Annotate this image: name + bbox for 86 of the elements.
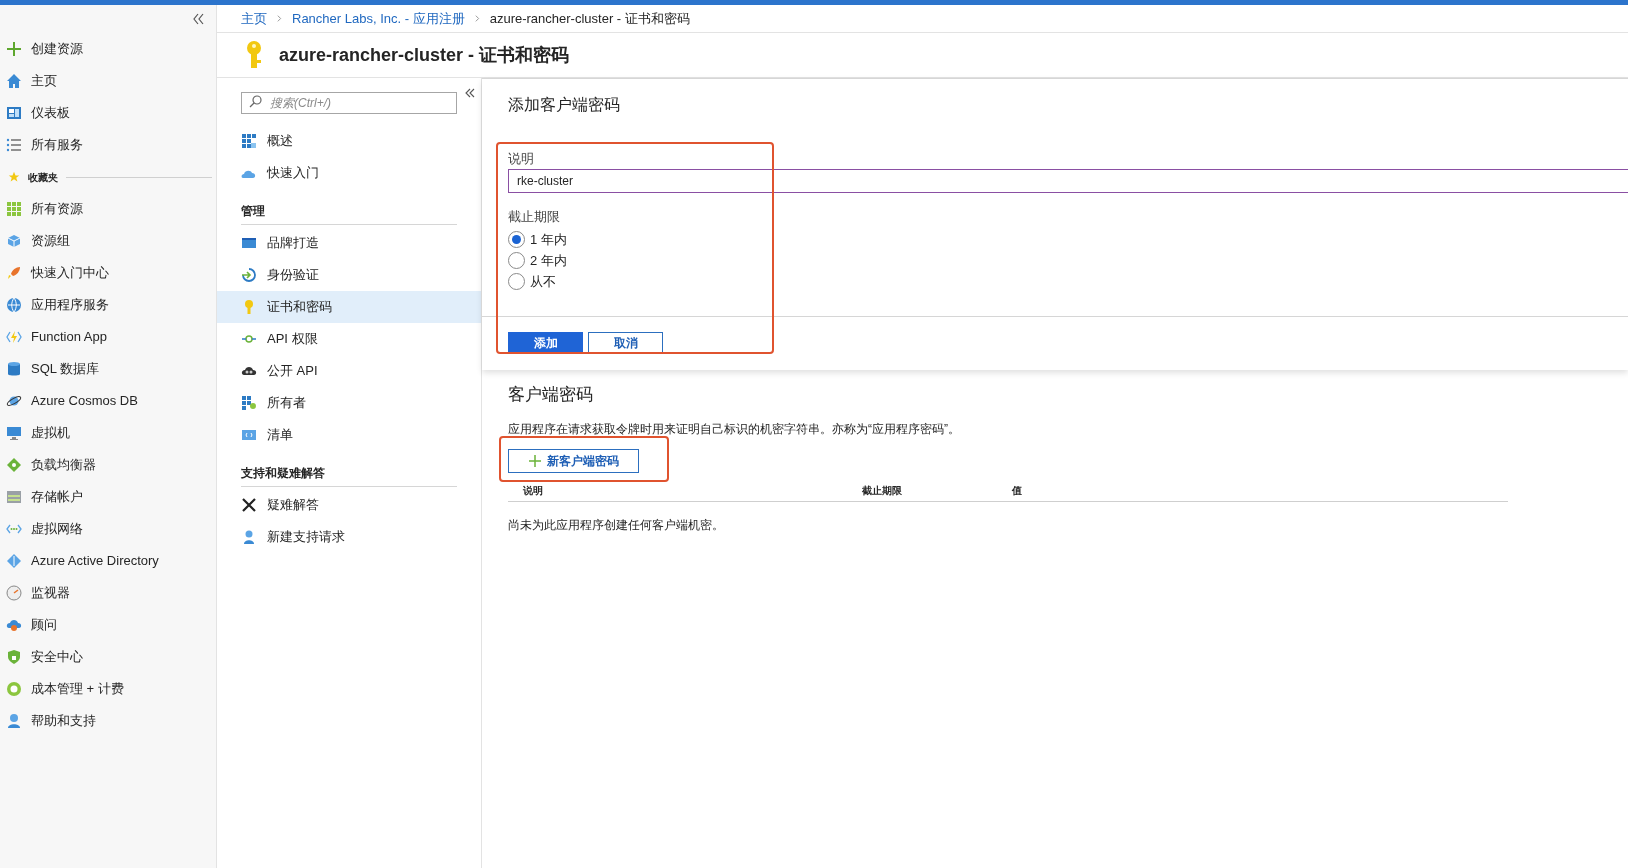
field-label: 说明: [508, 150, 534, 168]
storage-icon: [6, 489, 22, 505]
plus-icon: [528, 454, 541, 467]
section-heading: 客户端密码: [508, 384, 594, 406]
menu-item[interactable]: 疑难解答: [217, 489, 481, 521]
menu-item[interactable]: 概述: [217, 125, 481, 157]
menu-item[interactable]: 快速入门: [217, 157, 481, 189]
plus-icon: [6, 41, 22, 57]
cloud-icon: [6, 617, 22, 633]
star-icon: [8, 171, 20, 183]
diamond-icon: [6, 457, 22, 473]
gauge-icon: [6, 585, 22, 601]
menu-item[interactable]: 证书和密码: [217, 291, 481, 323]
breadcrumb-link[interactable]: 主页: [241, 8, 267, 29]
list-icon: [6, 137, 22, 153]
chevron-right-icon: [275, 14, 284, 23]
sidebar-item[interactable]: 存储帐户: [0, 481, 89, 513]
diamond-icon: [6, 553, 22, 569]
menu-item[interactable]: 清单: [217, 419, 481, 451]
sidebar-item[interactable]: 创建资源: [0, 33, 89, 65]
search-field[interactable]: 搜索(Ctrl+/): [241, 92, 457, 114]
sidebar-item[interactable]: 虚拟网络: [0, 513, 89, 545]
sidebar-item[interactable]: 监视器: [0, 577, 76, 609]
section-heading: 管理: [241, 202, 265, 220]
sidebar-item[interactable]: 安全中心: [0, 641, 89, 673]
grid-icon: [6, 201, 22, 217]
home-icon: [6, 73, 22, 89]
new-secret-button[interactable]: 新客户端密码: [508, 448, 639, 473]
menu-item[interactable]: 新建支持请求: [217, 521, 481, 553]
sidebar-item[interactable]: Azure Active Directory: [0, 545, 165, 577]
menu-item[interactable]: 品牌打造: [217, 227, 481, 259]
page-title: azure-rancher-cluster - 证书和密码: [279, 43, 570, 67]
sidebar-item[interactable]: 虚拟机: [0, 417, 76, 449]
window-icon: [241, 235, 257, 251]
login-icon: [241, 267, 257, 283]
dashboard-icon: [6, 105, 22, 121]
section-heading: 支持和疑难解答: [241, 464, 325, 482]
sidebar-item[interactable]: 顾问: [0, 609, 63, 641]
radio-option[interactable]: 2 年内: [508, 250, 567, 271]
sidebar-item[interactable]: 负载均衡器: [0, 449, 102, 481]
menu-item[interactable]: API 权限: [217, 323, 481, 355]
sidebar-item[interactable]: SQL 数据库: [0, 353, 106, 385]
collapse-icon[interactable]: [465, 88, 475, 98]
add-button[interactable]: 添加: [508, 332, 583, 354]
sidebar-item[interactable]: 成本管理 + 计费: [0, 673, 130, 705]
cube-icon: [6, 233, 22, 249]
grid-icon: [241, 133, 257, 149]
sidebar-item[interactable]: 帮助和支持: [0, 705, 102, 737]
shield-icon: [6, 649, 22, 665]
breadcrumb-link[interactable]: Rancher Labs, Inc. - 应用注册: [292, 8, 465, 29]
grid-icon: [241, 395, 257, 411]
radio-option[interactable]: 从不: [508, 271, 556, 292]
rocket-icon: [6, 265, 22, 281]
monitor-icon: [6, 425, 22, 441]
panel-title: 添加客户端密码: [508, 95, 621, 115]
planet-icon: [6, 393, 22, 409]
menu-item[interactable]: 所有者: [217, 387, 481, 419]
person-icon: [6, 713, 22, 729]
radio-option[interactable]: 1 年内: [508, 229, 567, 250]
sidebar-item[interactable]: 应用程序服务: [0, 289, 115, 321]
sidebar-item[interactable]: Function App: [0, 321, 113, 353]
sidebar-item[interactable]: 仪表板: [0, 97, 76, 129]
code-icon: [241, 427, 257, 443]
cancel-button[interactable]: 取消: [588, 332, 663, 354]
sidebar-item[interactable]: Azure Cosmos DB: [0, 385, 144, 417]
search-icon: [249, 95, 262, 108]
sidebar-item[interactable]: 所有资源: [0, 193, 89, 225]
field-label: 截止期限: [508, 207, 560, 226]
empty-message: 尚未为此应用程序创建任何客户端机密。: [508, 516, 725, 534]
column-header: 说明: [523, 484, 543, 496]
column-header: 值: [1012, 484, 1022, 496]
globe-icon: [6, 297, 22, 313]
sidebar-item[interactable]: 主页: [0, 65, 63, 97]
favorites-heading: 收藏夹: [28, 170, 58, 185]
menu-item[interactable]: 公开 API: [217, 355, 481, 387]
sidebar-item[interactable]: 快速入门中心: [0, 257, 115, 289]
description-field[interactable]: rke-cluster: [508, 168, 1628, 193]
column-header: 截止期限: [862, 484, 902, 496]
lightning-icon: [6, 329, 22, 345]
sidebar-item[interactable]: 资源组: [0, 225, 76, 257]
menu-item[interactable]: 身份验证: [217, 259, 481, 291]
database-icon: [6, 361, 22, 377]
breadcrumb-current: azure-rancher-cluster - 证书和密码: [489, 9, 690, 28]
sidebar-item[interactable]: 所有服务: [0, 129, 89, 161]
person-icon: [241, 529, 257, 545]
section-description: 应用程序在请求获取令牌时用来证明自己标识的机密字符串。亦称为“应用程序密码”。: [508, 420, 961, 438]
